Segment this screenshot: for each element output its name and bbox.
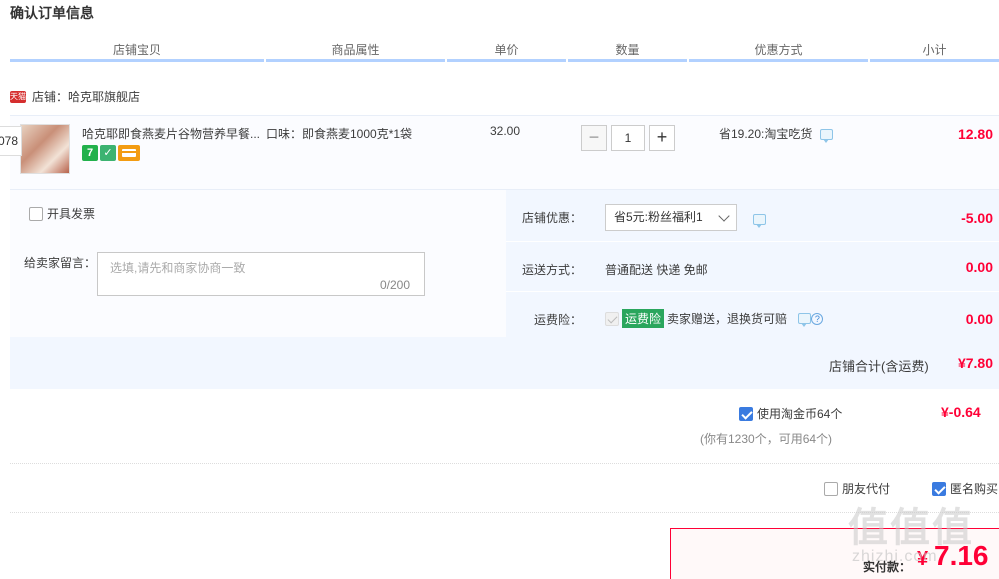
column-header-discount: 优惠方式	[689, 40, 868, 62]
message-placeholder: 选填,请先和商家协商一致	[110, 261, 246, 275]
chevron-down-icon	[718, 210, 730, 222]
insurance-label: 运费险：	[533, 313, 582, 327]
invoice-option[interactable]: 开具发票	[25, 205, 95, 222]
product-name-link[interactable]: 哈克耶即食燕麦片谷物营养早餐...	[82, 125, 262, 142]
page-title: 确认订单信息	[10, 5, 94, 21]
shipping-value: 普通配送 快递 免邮	[605, 263, 708, 277]
coins-amount: ¥-0.64	[941, 404, 981, 420]
column-header-price: 单价	[447, 40, 566, 62]
shipping-amount: 0.00	[965, 259, 993, 275]
help-icon[interactable]: ?	[811, 312, 824, 325]
chat-icon[interactable]	[798, 313, 812, 327]
insurance-checkbox	[605, 311, 619, 326]
friend-pay-checkbox[interactable]	[824, 481, 838, 496]
quantity-minus-button[interactable]: −	[581, 125, 607, 151]
message-counter: 0/200	[380, 278, 411, 292]
column-header: 店铺宝贝 商品属性 单价 数量 优惠方式 小计	[0, 40, 999, 62]
friend-pay-label: 朋友代付	[842, 482, 891, 496]
chat-icon[interactable]	[819, 129, 833, 144]
guarantee-icon: ✓	[100, 145, 116, 161]
store-total-label: 店铺合计(含运费)	[829, 359, 929, 374]
watermark-logo: 值值值	[848, 506, 974, 550]
tmall-badge-icon: 天猫	[10, 90, 26, 103]
anonymous-checkbox[interactable]	[932, 481, 946, 496]
insurance-badge: 运费险	[622, 309, 665, 328]
product-badges: 7 ✓	[82, 145, 142, 161]
anonymous-label: 匿名购买	[950, 482, 999, 496]
invoice-checkbox[interactable]	[29, 206, 43, 221]
insurance-text: 卖家赠送，退换货可赔	[667, 312, 788, 326]
column-header-subtotal: 小计	[870, 40, 999, 62]
store-promo-label: 店铺优惠：	[521, 211, 582, 225]
chat-icon[interactable]	[753, 214, 766, 229]
item-subtotal: 12.80	[957, 126, 993, 142]
insurance-amount: 0.00	[965, 311, 993, 327]
store-row: 天猫 店铺：哈克耶旗舰店	[10, 88, 140, 105]
column-header-attr: 商品属性	[266, 40, 445, 62]
quantity-plus-button[interactable]: +	[649, 125, 675, 151]
quantity-input[interactable]: 1	[611, 125, 645, 151]
store-total-amount: ¥7.80	[957, 355, 993, 371]
shipping-label: 运送方式：	[521, 263, 582, 277]
coins-label: 使用淘金币64个	[757, 407, 843, 421]
store-promo-select[interactable]: 省5元:粉丝福利1	[605, 204, 737, 231]
product-attribute: 口味：即食燕麦1000克*1袋	[266, 127, 413, 141]
store-promo-selected: 省5元:粉丝福利1	[614, 210, 703, 224]
insurance-row: 运费险 卖家赠送，退换货可赔 ?	[605, 309, 824, 328]
discount-method: 省19.20:淘宝吃货	[719, 125, 833, 144]
watermark-url: zhizhi.com	[852, 548, 938, 565]
unit-price: 32.00	[490, 124, 521, 138]
credit-card-icon	[118, 145, 140, 161]
product-thumbnail[interactable]	[20, 124, 70, 174]
store-name-link[interactable]: 店铺：哈克耶旗舰店	[32, 90, 140, 104]
divider	[10, 463, 999, 464]
coins-option[interactable]: 使用淘金币64个	[739, 405, 842, 422]
coins-availability: (你有1230个，可用64个)	[700, 432, 833, 446]
store-promo-amount: -5.00	[961, 210, 993, 226]
side-tab[interactable]: 078	[0, 126, 22, 156]
message-label: 给卖家留言：	[24, 256, 97, 270]
column-header-item: 店铺宝贝	[10, 40, 264, 62]
column-header-quantity: 数量	[568, 40, 687, 62]
coins-checkbox[interactable]	[739, 406, 753, 421]
invoice-label: 开具发票	[47, 207, 96, 221]
discount-text: 省19.20:淘宝吃货	[719, 127, 813, 141]
seven-day-return-icon: 7	[82, 145, 98, 161]
